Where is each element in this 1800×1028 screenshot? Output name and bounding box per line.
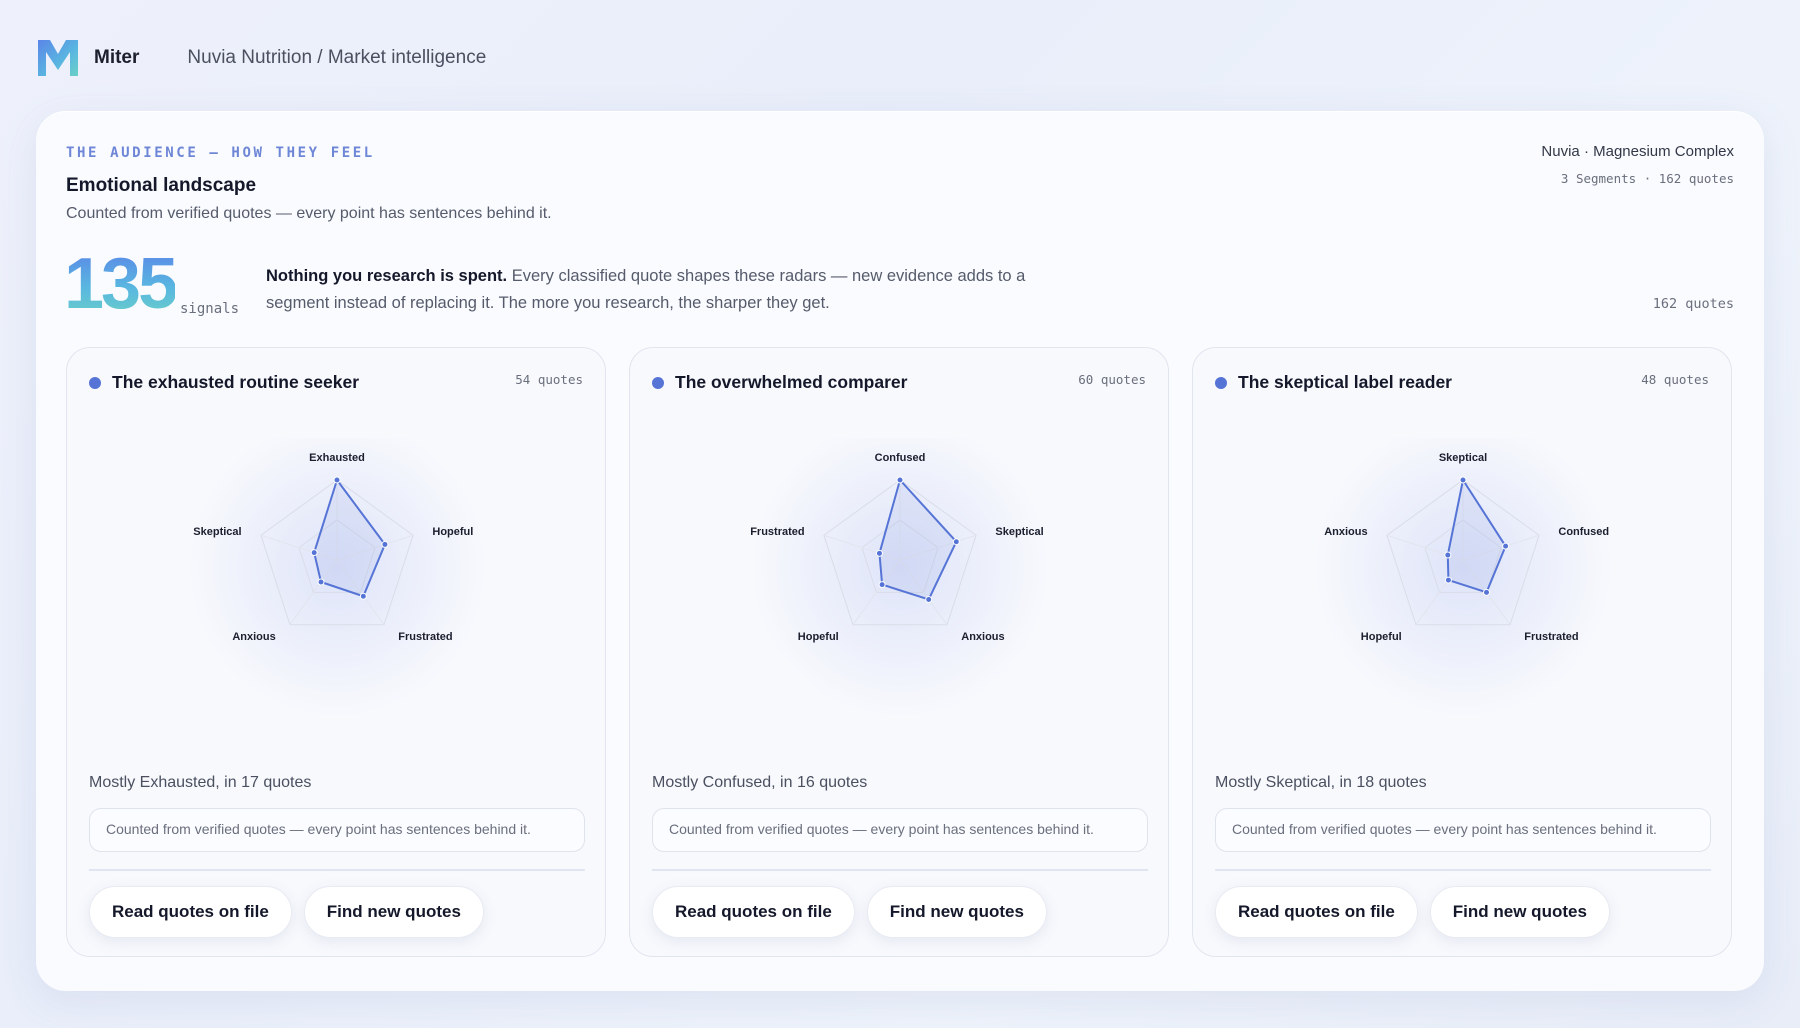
page-title: Emotional landscape	[66, 175, 257, 196]
radar-axis-label: Confused	[1558, 526, 1609, 538]
radar-point	[317, 578, 325, 586]
radar-axis-label: Skeptical	[193, 526, 241, 538]
segment-title: The skeptical label reader	[1238, 372, 1452, 392]
radar-point	[310, 549, 318, 557]
radar-axis-label: Anxious	[1324, 526, 1367, 538]
segment-radar-chart: Skeptical Confused Frustrated Hopeful Anxiou…	[1313, 438, 1613, 718]
radar-point	[896, 476, 904, 484]
radar-point	[925, 595, 933, 603]
read-quotes-button[interactable]: Read quotes on file	[652, 886, 855, 938]
radar-point	[1444, 551, 1452, 559]
segment-summary: Mostly Skeptical, in 18 quotes	[1215, 774, 1427, 791]
top-bar: Miter Nuvia Nutrition / Market intellige…	[36, 36, 486, 80]
radar-point	[1483, 588, 1491, 596]
segment-title: The overwhelmed comparer	[675, 372, 908, 392]
segment-quote-count: 60 quotes	[1078, 372, 1146, 387]
segment-dot-icon	[1215, 376, 1227, 389]
segment-actions: Read quotes on file Find new quotes	[1215, 886, 1610, 938]
read-quotes-button[interactable]: Read quotes on file	[89, 886, 292, 938]
read-quotes-button[interactable]: Read quotes on file	[1215, 886, 1418, 938]
segment-card: The exhausted routine seeker 54 quotes E…	[66, 347, 606, 957]
segment-quote-count: 54 quotes	[515, 372, 583, 387]
radar-axis-label: Anxious	[961, 631, 1004, 643]
radar-point	[1502, 542, 1510, 550]
signals-label: signals	[180, 301, 240, 317]
segment-header: The skeptical label reader	[1215, 372, 1452, 393]
segment-card: The skeptical label reader 48 quotes Ske…	[1192, 347, 1732, 957]
segment-dot-icon	[652, 376, 664, 389]
page-subtitle: Counted from verified quotes — every poi…	[66, 205, 552, 222]
radar-point	[952, 538, 960, 546]
radar-point	[1459, 476, 1467, 484]
segment-header: The overwhelmed comparer	[652, 372, 907, 393]
radar-point	[381, 540, 389, 548]
segment-actions: Read quotes on file Find new quotes	[652, 886, 1047, 938]
segment-radar-chart: Exhausted Hopeful Frustrated Anxious Skeptic…	[187, 438, 487, 718]
segment-card: The overwhelmed comparer 60 quotes Confu…	[629, 347, 1169, 957]
emotional-landscape-panel: THE AUDIENCE — HOW THEY FEEL Emotional l…	[36, 111, 1764, 991]
radar-point	[333, 476, 341, 484]
radar-axis-label: Confused	[875, 452, 926, 464]
divider	[89, 869, 585, 871]
radar-point	[359, 592, 367, 600]
segment-header: The exhausted routine seeker	[89, 372, 359, 393]
radar-point	[1444, 576, 1452, 584]
radar-axis-label: Skeptical	[1439, 452, 1487, 464]
total-quotes: 162 quotes	[1652, 296, 1734, 312]
radar-axis-label: Anxious	[232, 631, 275, 643]
radar-axis-label: Hopeful	[432, 526, 473, 538]
segments-meta: 3 Segments · 162 quotes	[1560, 171, 1734, 186]
divider	[652, 869, 1148, 871]
find-quotes-button[interactable]: Find new quotes	[866, 886, 1047, 938]
segment-quote-count: 48 quotes	[1641, 372, 1709, 387]
find-quotes-button[interactable]: Find new quotes	[1429, 886, 1610, 938]
segment-note: Counted from verified quotes — every poi…	[89, 808, 585, 852]
lede-bold: Nothing you research is spent.	[266, 267, 508, 285]
section-eyebrow: THE AUDIENCE — HOW THEY FEEL	[66, 145, 375, 161]
segment-note: Counted from verified quotes — every poi…	[1215, 808, 1711, 852]
radar-axis-label: Frustrated	[1524, 631, 1578, 643]
segment-title: The exhausted routine seeker	[112, 372, 360, 392]
radar-axis-label: Hopeful	[798, 631, 839, 643]
product-name: Nuvia · Magnesium Complex	[1541, 143, 1734, 160]
find-quotes-button[interactable]: Find new quotes	[303, 886, 484, 938]
radar-axis-label: Frustrated	[750, 526, 804, 538]
segment-radar-chart: Confused Skeptical Anxious Hopeful Frustrate…	[750, 438, 1050, 718]
breadcrumb[interactable]: Nuvia Nutrition / Market intelligence	[187, 47, 486, 69]
radar-point	[875, 549, 883, 557]
radar-point	[878, 581, 886, 589]
segment-summary: Mostly Confused, in 16 quotes	[652, 774, 868, 791]
radar-axis-label: Skeptical	[995, 526, 1043, 538]
radar-axis-label: Exhausted	[309, 452, 365, 464]
radar-axis-label: Hopeful	[1361, 631, 1402, 643]
divider	[1215, 869, 1711, 871]
segment-dot-icon	[89, 376, 101, 389]
segment-actions: Read quotes on file Find new quotes	[89, 886, 484, 938]
segment-summary: Mostly Exhausted, in 17 quotes	[89, 774, 312, 791]
lede-text: Nothing you research is spent. Every cla…	[266, 263, 1026, 317]
signals-count: 135	[64, 244, 178, 324]
segment-note: Counted from verified quotes — every poi…	[652, 808, 1148, 852]
brand-name[interactable]: Miter	[94, 47, 139, 69]
miter-logo-icon[interactable]	[36, 36, 80, 80]
radar-axis-label: Frustrated	[398, 631, 452, 643]
